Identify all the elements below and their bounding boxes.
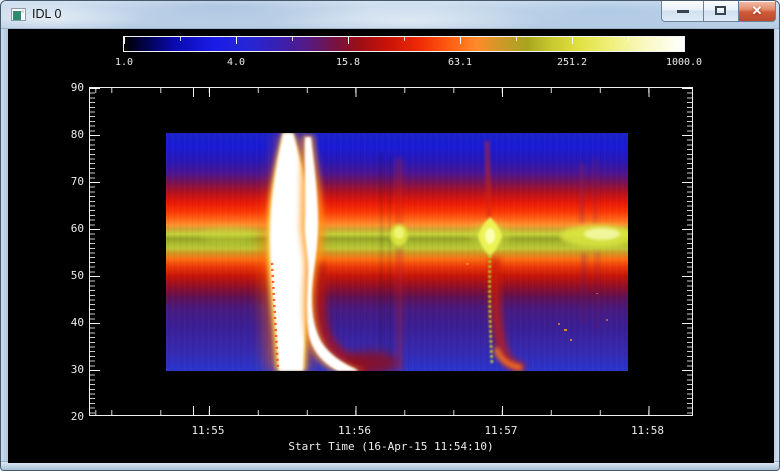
y-axis-label: 80 [50,128,84,141]
y-axis-right-major-ticks [682,88,692,415]
x-axis-label: 11:58 [626,424,670,437]
speckles [466,263,608,341]
y-axis-label: 20 [50,410,84,423]
spectrogram-overlay [166,133,628,371]
band-blob-left [200,227,256,243]
x-axis-top-major-ticks [90,88,692,97]
colorbar-label: 1000.0 [662,57,706,68]
maximize-button[interactable] [703,1,739,22]
x-axis-label: 11:57 [479,424,523,437]
minimize-button[interactable] [661,1,703,22]
x-axis-label: 11:56 [333,424,377,437]
titlebar[interactable]: IDL 0 ✕ [1,1,780,29]
y-axis-left-major-ticks [90,88,100,415]
close-button[interactable]: ✕ [739,1,776,22]
y-axis-label: 60 [50,222,84,235]
colorbar-label: 251.2 [550,57,594,68]
colorbar-label: 1.0 [102,57,146,68]
colorbar-label: 4.0 [214,57,258,68]
weak-burst [390,158,408,371]
y-axis-label: 40 [50,316,84,329]
colorbar-label: 63.1 [438,57,482,68]
window-controls: ✕ [661,1,776,22]
minimize-icon [677,10,689,13]
maximize-icon [715,6,726,15]
plot-canvas: 1.0 4.0 15.8 63.1 251.2 1000.0 90 80 70 … [8,29,774,463]
x-axis-label: 11:55 [186,424,230,437]
window-title: IDL 0 [32,1,61,28]
app-icon [11,8,26,21]
colorbar-minor-ticks [124,37,684,41]
y-axis-label: 50 [50,269,84,282]
colorbar-label: 15.8 [326,57,370,68]
window-border-left [1,29,8,463]
idl-window: IDL 0 ✕ 1.0 4.0 15.8 63.1 251.2 1000.0 [0,0,780,471]
x-axis-title: Start Time (16-Apr-15 11:54:10) [251,440,531,453]
x-axis-bottom-major-ticks [90,406,692,415]
y-axis-label: 70 [50,175,84,188]
colorbar [123,36,685,52]
faint-dark-streaks [380,153,391,360]
y-axis-label: 90 [50,81,84,94]
close-icon: ✕ [739,1,775,21]
flare-burst-second [300,135,399,371]
y-axis-label: 30 [50,363,84,376]
moderate-burst [470,141,524,369]
spectrogram [166,133,628,371]
